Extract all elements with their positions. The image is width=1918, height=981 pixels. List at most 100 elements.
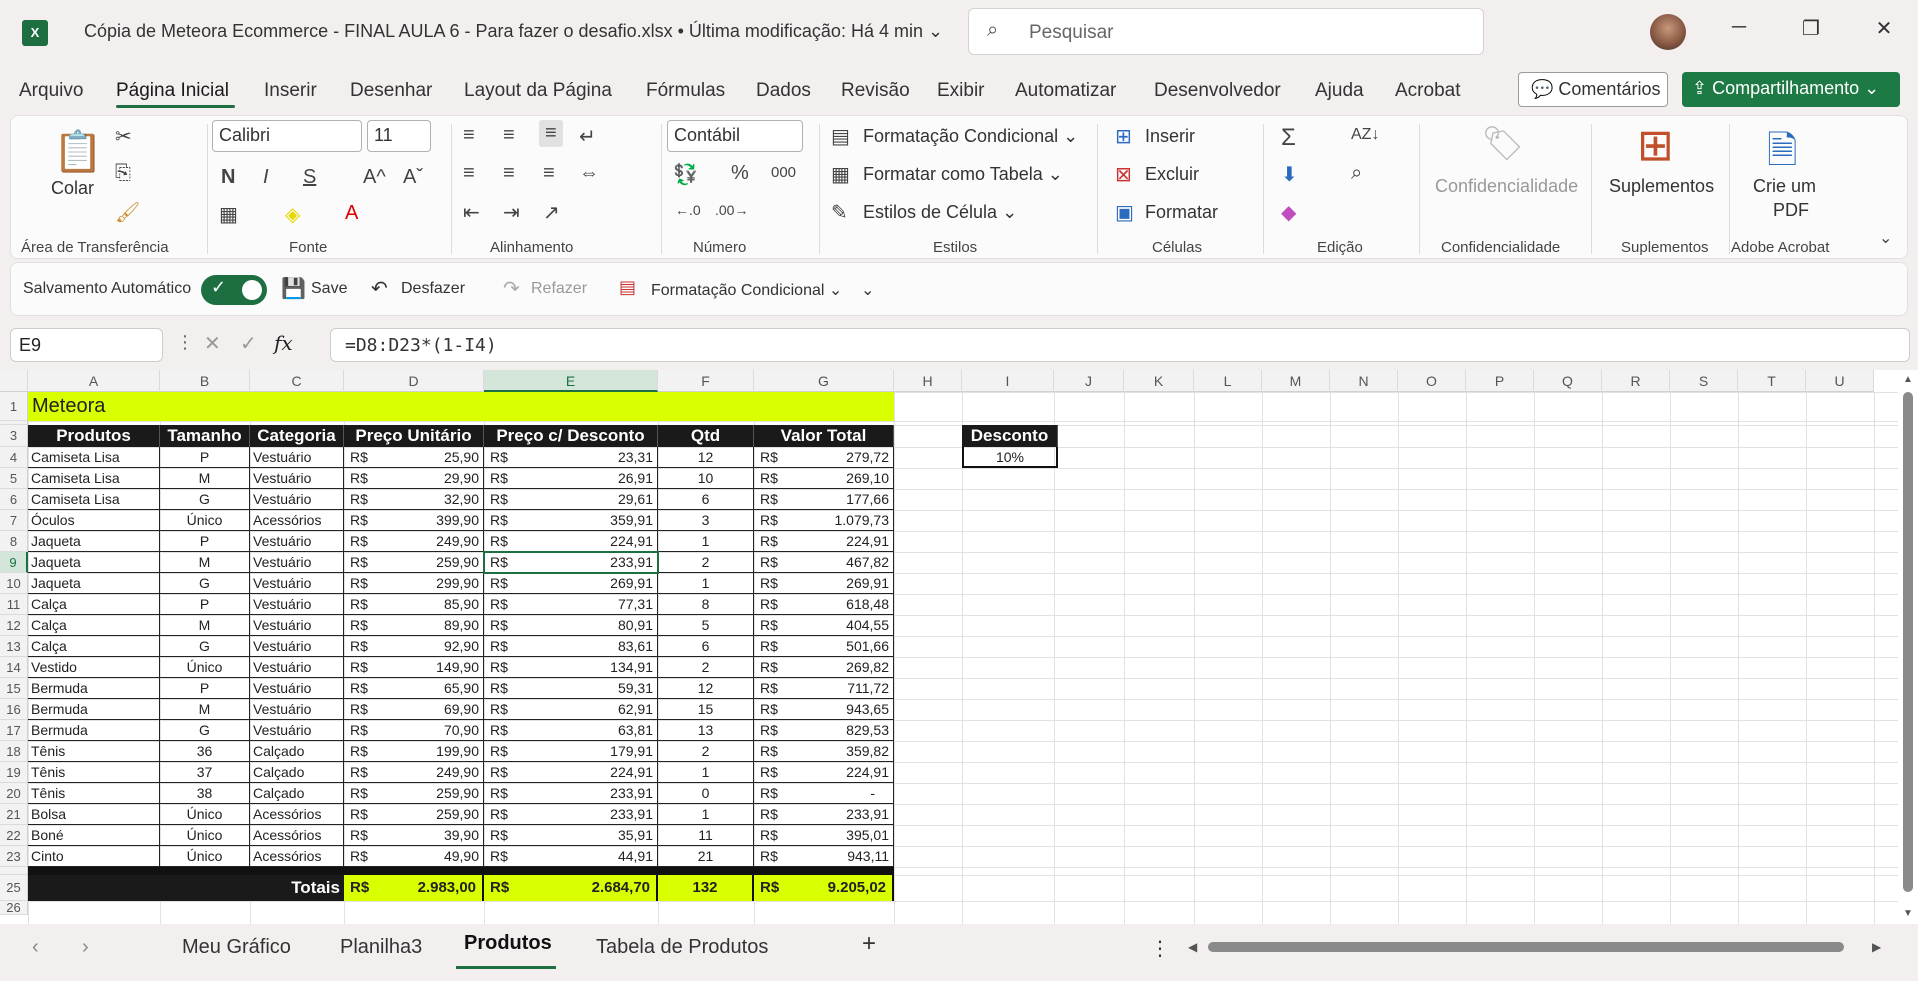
table-cell[interactable]: M	[160, 615, 250, 636]
worksheet-grid[interactable]: ABCDEFGHIJKLMNOPQRSTU 1 3 4 5 6 7 8 9 10 11 12 13 14…	[0, 370, 1918, 924]
table-cell[interactable]: Bolsa	[28, 804, 160, 825]
table-cell[interactable]: P	[160, 531, 250, 552]
column-header-K[interactable]: K	[1124, 370, 1194, 392]
table-cell[interactable]: 12	[658, 678, 754, 699]
tab-ajuda[interactable]: Ajuda	[1315, 80, 1364, 102]
table-cell[interactable]: Vestuário	[250, 657, 344, 678]
row-header-13[interactable]: 13	[0, 636, 28, 657]
close-button[interactable]: ✕	[1869, 16, 1899, 41]
table-cell[interactable]: Calça	[28, 615, 160, 636]
table-cell[interactable]: Calça	[28, 594, 160, 615]
row-header-8[interactable]: 8	[0, 531, 28, 552]
table-cell[interactable]: R$ 269,91	[754, 573, 894, 594]
table-cell[interactable]: Vestuário	[250, 699, 344, 720]
enter-icon[interactable]: ✓	[240, 331, 257, 356]
table-cell[interactable]: 12	[658, 447, 754, 468]
table-cell[interactable]: 38	[160, 783, 250, 804]
table-cell[interactable]: R$ 711,72	[754, 678, 894, 699]
grow-font-button[interactable]: A^	[363, 166, 386, 189]
undo-button[interactable]: Desfazer	[401, 280, 465, 298]
vertical-scrollbar[interactable]: ▲ ▼	[1898, 370, 1918, 924]
table-cell[interactable]: M	[160, 699, 250, 720]
tab-layout[interactable]: Layout da Página	[464, 80, 612, 102]
percent-button[interactable]: %	[731, 162, 749, 185]
row-header-6[interactable]: 6	[0, 489, 28, 510]
table-cell[interactable]: R$ 829,53	[754, 720, 894, 741]
table-cell[interactable]: R$ 224,91	[484, 762, 658, 783]
underline-button[interactable]: S	[303, 166, 316, 189]
table-cell[interactable]: R$ 59,31	[484, 678, 658, 699]
table-cell[interactable]: R$ 233,91	[484, 783, 658, 804]
row-header-10[interactable]: 10	[0, 573, 28, 594]
totals-cell[interactable]: R$ 2.684,70	[484, 875, 658, 901]
redo-button[interactable]: Refazer	[531, 280, 587, 298]
table-cell[interactable]: Calçado	[250, 762, 344, 783]
table-cell[interactable]: R$ 49,90	[344, 846, 484, 867]
table-cell[interactable]: R$ 224,91	[484, 531, 658, 552]
table-cell[interactable]: R$ 177,66	[754, 489, 894, 510]
restore-button[interactable]: ❐	[1796, 16, 1826, 41]
table-cell[interactable]: Vestuário	[250, 447, 344, 468]
row-header-4[interactable]: 4	[0, 447, 28, 468]
qat-conditional-format[interactable]: Formatação Condicional ⌄	[651, 280, 842, 300]
table-cell[interactable]: R$ 35,91	[484, 825, 658, 846]
table-cell[interactable]: Jaqueta	[28, 573, 160, 594]
avatar[interactable]	[1650, 14, 1686, 50]
tab-exibir[interactable]: Exibir	[937, 80, 985, 102]
table-cell[interactable]: R$ 233,91	[754, 804, 894, 825]
insert-cells-button[interactable]: Inserir	[1145, 126, 1195, 147]
column-header-F[interactable]: F	[658, 370, 754, 392]
table-cell[interactable]: 37	[160, 762, 250, 783]
fill-color-icon[interactable]: ◈	[285, 202, 300, 227]
table-cell[interactable]: R$ 39,90	[344, 825, 484, 846]
bold-button[interactable]: N	[221, 166, 235, 189]
table-cell[interactable]: R$ 233,91	[484, 552, 658, 573]
row-header-16[interactable]: 16	[0, 699, 28, 720]
table-cell[interactable]: R$ 1.079,73	[754, 510, 894, 531]
column-header-D[interactable]: D	[344, 370, 484, 392]
tab-automatizar[interactable]: Automatizar	[1015, 80, 1116, 102]
undo-icon[interactable]: ↶	[371, 276, 388, 301]
table-cell[interactable]: Camiseta Lisa	[28, 468, 160, 489]
column-header-O[interactable]: O	[1398, 370, 1466, 392]
row-header-21[interactable]: 21	[0, 804, 28, 825]
table-cell[interactable]: 1	[658, 762, 754, 783]
table-cell[interactable]: R$ 83,61	[484, 636, 658, 657]
table-cell[interactable]: M	[160, 552, 250, 573]
table-cell[interactable]: Vestuário	[250, 573, 344, 594]
increase-decimal-icon[interactable]: ←.0	[675, 202, 701, 218]
table-cell[interactable]: 15	[658, 699, 754, 720]
select-all-corner[interactable]	[0, 370, 28, 392]
sheet-tab-produtos[interactable]: Produtos	[464, 932, 552, 955]
column-header-N[interactable]: N	[1330, 370, 1398, 392]
column-header-P[interactable]: P	[1466, 370, 1534, 392]
tab-formulas[interactable]: Fórmulas	[646, 80, 725, 102]
save-icon[interactable]: 💾	[281, 276, 306, 301]
insert-function-button[interactable]: fx	[274, 331, 293, 355]
collapse-ribbon-icon[interactable]: ⌄	[1879, 228, 1892, 248]
table-cell[interactable]: P	[160, 594, 250, 615]
minimize-button[interactable]: ─	[1724, 16, 1754, 39]
table-cell[interactable]: R$ 63,81	[484, 720, 658, 741]
row-header-7[interactable]: 7	[0, 510, 28, 531]
paste-button[interactable]: Colar	[51, 178, 94, 199]
table-cell[interactable]: Único	[160, 657, 250, 678]
table-cell[interactable]: 11	[658, 825, 754, 846]
table-cell[interactable]: R$ 501,66	[754, 636, 894, 657]
table-cell[interactable]: R$ 32,90	[344, 489, 484, 510]
table-cell[interactable]: R$ 199,90	[344, 741, 484, 762]
table-cell[interactable]: 3	[658, 510, 754, 531]
table-cell[interactable]: 36	[160, 741, 250, 762]
table-cell[interactable]: R$ 224,91	[754, 531, 894, 552]
table-cell[interactable]: R$ 29,90	[344, 468, 484, 489]
autosave-toggle[interactable]: ✓	[201, 275, 267, 305]
table-cell[interactable]: 5	[658, 615, 754, 636]
row-header-14[interactable]: 14	[0, 657, 28, 678]
thousands-button[interactable]: 000	[771, 164, 796, 181]
table-cell[interactable]: R$ 65,90	[344, 678, 484, 699]
redo-icon[interactable]: ↷	[503, 276, 520, 301]
table-cell[interactable]: Calçado	[250, 741, 344, 762]
sort-filter-button[interactable]: AZ↓	[1351, 126, 1379, 144]
column-header-A[interactable]: A	[28, 370, 160, 392]
table-cell[interactable]: R$ 395,01	[754, 825, 894, 846]
